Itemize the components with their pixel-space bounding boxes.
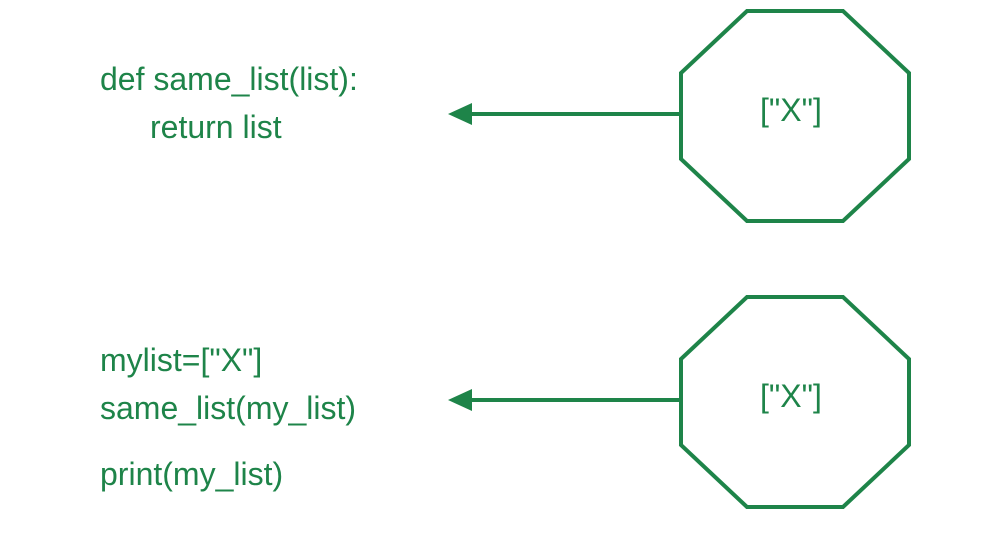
code-line: same_list(my_list) xyxy=(100,384,356,432)
arrow-bottom xyxy=(445,380,681,425)
octagon-label-top: ["X"] xyxy=(760,92,822,129)
code-line: mylist=["X"] xyxy=(100,336,356,384)
code-line: def same_list(list): xyxy=(100,55,358,103)
code-block-top: def same_list(list): return list xyxy=(100,55,358,151)
code-line: print(my_list) xyxy=(100,450,356,498)
code-block-bottom: mylist=["X"] same_list(my_list) print(my… xyxy=(100,336,356,498)
code-line: return list xyxy=(100,103,358,151)
octagon-label-bottom: ["X"] xyxy=(760,378,822,415)
arrow-top xyxy=(445,94,681,139)
